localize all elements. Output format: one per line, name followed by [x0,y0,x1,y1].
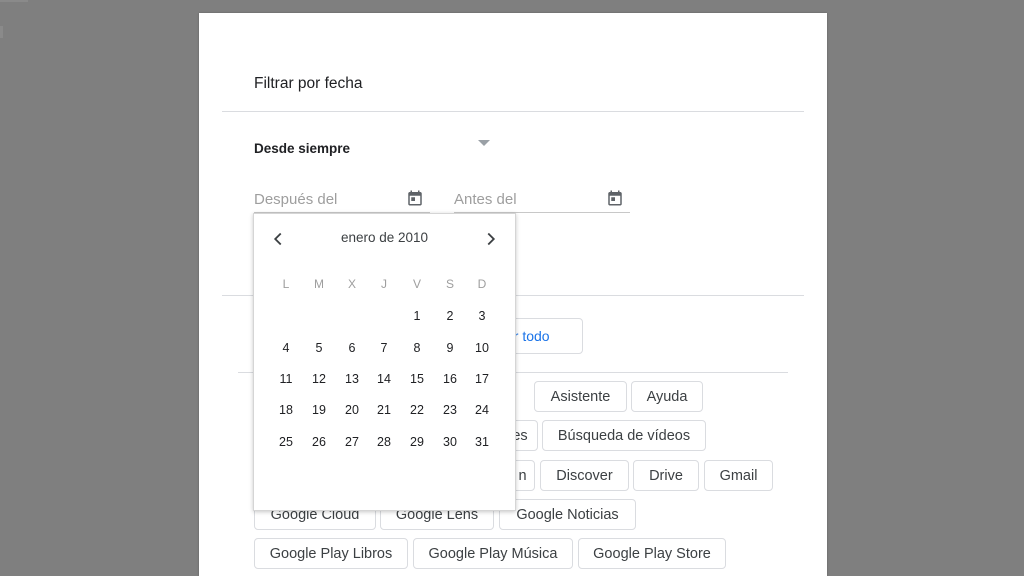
calendar-day[interactable]: 25 [272,430,300,454]
calendar-day[interactable]: 15 [403,367,431,391]
product-chip[interactable]: Google Play Libros [254,538,408,569]
weekday-label: L [282,277,290,291]
calendar-day[interactable]: 9 [436,336,464,360]
product-chip[interactable]: Ayuda [631,381,703,412]
before-date-input[interactable] [454,188,594,210]
month-label: enero de 2010 [340,230,429,245]
calendar-day[interactable]: 4 [272,336,300,360]
product-chip[interactable]: Google Noticias [499,499,636,530]
product-chip[interactable]: Gmail [704,460,773,491]
weekday-label: J [381,277,387,291]
calendar-day[interactable]: 19 [305,398,333,422]
chevron-right-icon[interactable] [480,228,502,250]
calendar-day[interactable]: 22 [403,398,431,422]
calendar-day[interactable]: 26 [305,430,333,454]
product-chip[interactable]: Búsqueda de vídeos [542,420,706,451]
calendar-day[interactable]: 14 [370,367,398,391]
dialog-title: Filtrar por fecha [254,75,363,92]
calendar-day[interactable]: 17 [468,367,496,391]
calendar-day[interactable]: 7 [370,336,398,360]
weekday-label: D [477,277,487,291]
calendar-day[interactable]: 21 [370,398,398,422]
chevron-left-icon[interactable] [267,228,289,250]
calendar-day[interactable]: 31 [468,430,496,454]
calendar-day[interactable]: 1 [403,304,431,328]
dropdown-arrow-icon [478,140,490,146]
calendar-day[interactable]: 28 [370,430,398,454]
calendar-day[interactable]: 8 [403,336,431,360]
calendar-day[interactable]: 3 [468,304,496,328]
date-picker-popup: enero de 2010 L M X J V S D 1 2 3 4 5 6 7 8 9 10 11 12 13 14… [253,213,516,511]
before-date-field [454,188,630,213]
calendar-day[interactable]: 10 [468,336,496,360]
calendar-day[interactable]: 27 [338,430,366,454]
after-date-field [254,188,430,213]
calendar-day[interactable]: 2 [436,304,464,328]
weekday-label: X [347,277,356,291]
calendar-day[interactable]: 13 [338,367,366,391]
calendar-day[interactable]: 6 [338,336,366,360]
calendar-icon[interactable] [406,189,424,207]
calendar-day[interactable]: 12 [305,367,333,391]
calendar-day[interactable]: 18 [272,398,300,422]
product-chip[interactable]: Google Play Store [578,538,726,569]
calendar-icon[interactable] [606,189,624,207]
background-artifact-mark [0,26,3,38]
calendar-day[interactable]: 24 [468,398,496,422]
weekday-label: V [412,277,421,291]
calendar-day[interactable]: 30 [436,430,464,454]
weekday-label: S [445,277,454,291]
product-chip[interactable]: Discover [540,460,629,491]
after-date-input[interactable] [254,188,394,210]
background-artifact-line [0,0,28,2]
product-chip[interactable]: Asistente [534,381,627,412]
product-chip[interactable]: Drive [633,460,699,491]
calendar-day[interactable]: 23 [436,398,464,422]
date-range-select[interactable]: Desde siempre [254,140,494,164]
product-chip[interactable]: Google Play Música [413,538,573,569]
title-divider [222,111,804,112]
calendar-day[interactable]: 16 [436,367,464,391]
calendar-day[interactable]: 29 [403,430,431,454]
date-range-value: Desde siempre [254,141,351,156]
calendar-day[interactable]: 11 [272,367,300,391]
calendar-day[interactable]: 20 [338,398,366,422]
weekday-label: M [314,277,324,291]
calendar-day[interactable]: 5 [305,336,333,360]
